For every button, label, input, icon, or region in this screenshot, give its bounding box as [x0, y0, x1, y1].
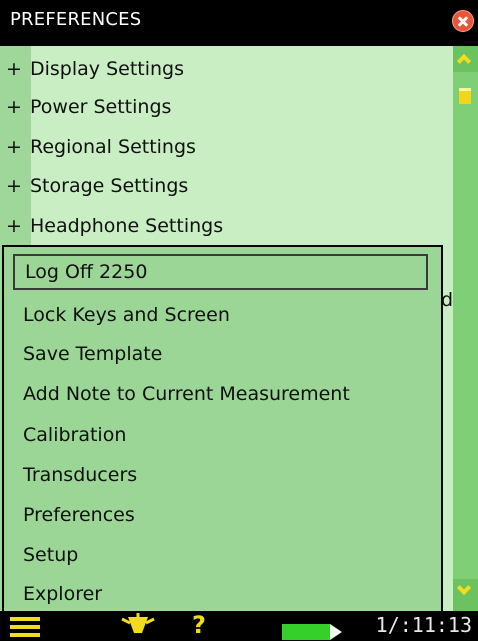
scroll-down-icon[interactable]: [453, 579, 478, 611]
clock: 1/:11:13: [375, 613, 472, 637]
menu-item-preferences[interactable]: Preferences: [13, 497, 428, 533]
menu-item-lock-keys[interactable]: Lock Keys and Screen: [13, 297, 428, 333]
expand-icon: +: [6, 96, 22, 118]
expand-icon: +: [6, 215, 22, 237]
tree-item-label: Display Settings: [30, 58, 185, 80]
tree-item-headphone-settings[interactable]: + Headphone Settings: [6, 211, 223, 241]
menu-item-add-note[interactable]: Add Note to Current Measurement: [13, 376, 428, 412]
tree-item-regional-settings[interactable]: + Regional Settings: [6, 132, 196, 162]
tree-item-label: Storage Settings: [30, 175, 189, 197]
menu-item-setup[interactable]: Setup: [13, 537, 428, 573]
backlight-icon[interactable]: [118, 613, 158, 635]
window-title: PREFERENCES: [10, 9, 142, 30]
expand-icon: +: [6, 175, 22, 197]
menu-item-explorer[interactable]: Explorer: [13, 576, 428, 612]
battery-icon: [282, 624, 342, 640]
expand-icon: +: [6, 58, 22, 80]
tree-item-power-settings[interactable]: + Power Settings: [6, 92, 171, 122]
menu-item-calibration[interactable]: Calibration: [13, 417, 428, 453]
menu-item-transducers[interactable]: Transducers: [13, 457, 428, 493]
vertical-scrollbar[interactable]: [453, 46, 478, 611]
menu-item-save-template[interactable]: Save Template: [13, 336, 428, 372]
title-bar: PREFERENCES: [0, 0, 478, 46]
tree-item-label: Headphone Settings: [30, 215, 224, 237]
tree-item-storage-settings[interactable]: + Storage Settings: [6, 171, 188, 201]
tree-item-label: Power Settings: [30, 96, 172, 118]
close-icon[interactable]: [452, 10, 474, 32]
help-icon[interactable]: ?: [192, 611, 206, 639]
expand-icon: +: [6, 136, 22, 158]
scroll-thumb[interactable]: [459, 88, 471, 104]
tree-item-display-settings[interactable]: + Display Settings: [6, 54, 184, 84]
tree-item-label: Regional Settings: [30, 136, 196, 158]
menu-item-log-off[interactable]: Log Off 2250: [13, 254, 428, 290]
scroll-up-icon[interactable]: [453, 46, 478, 72]
context-menu: Log Off 2250 Lock Keys and Screen Save T…: [2, 245, 443, 618]
main-menu-icon[interactable]: [10, 617, 40, 637]
